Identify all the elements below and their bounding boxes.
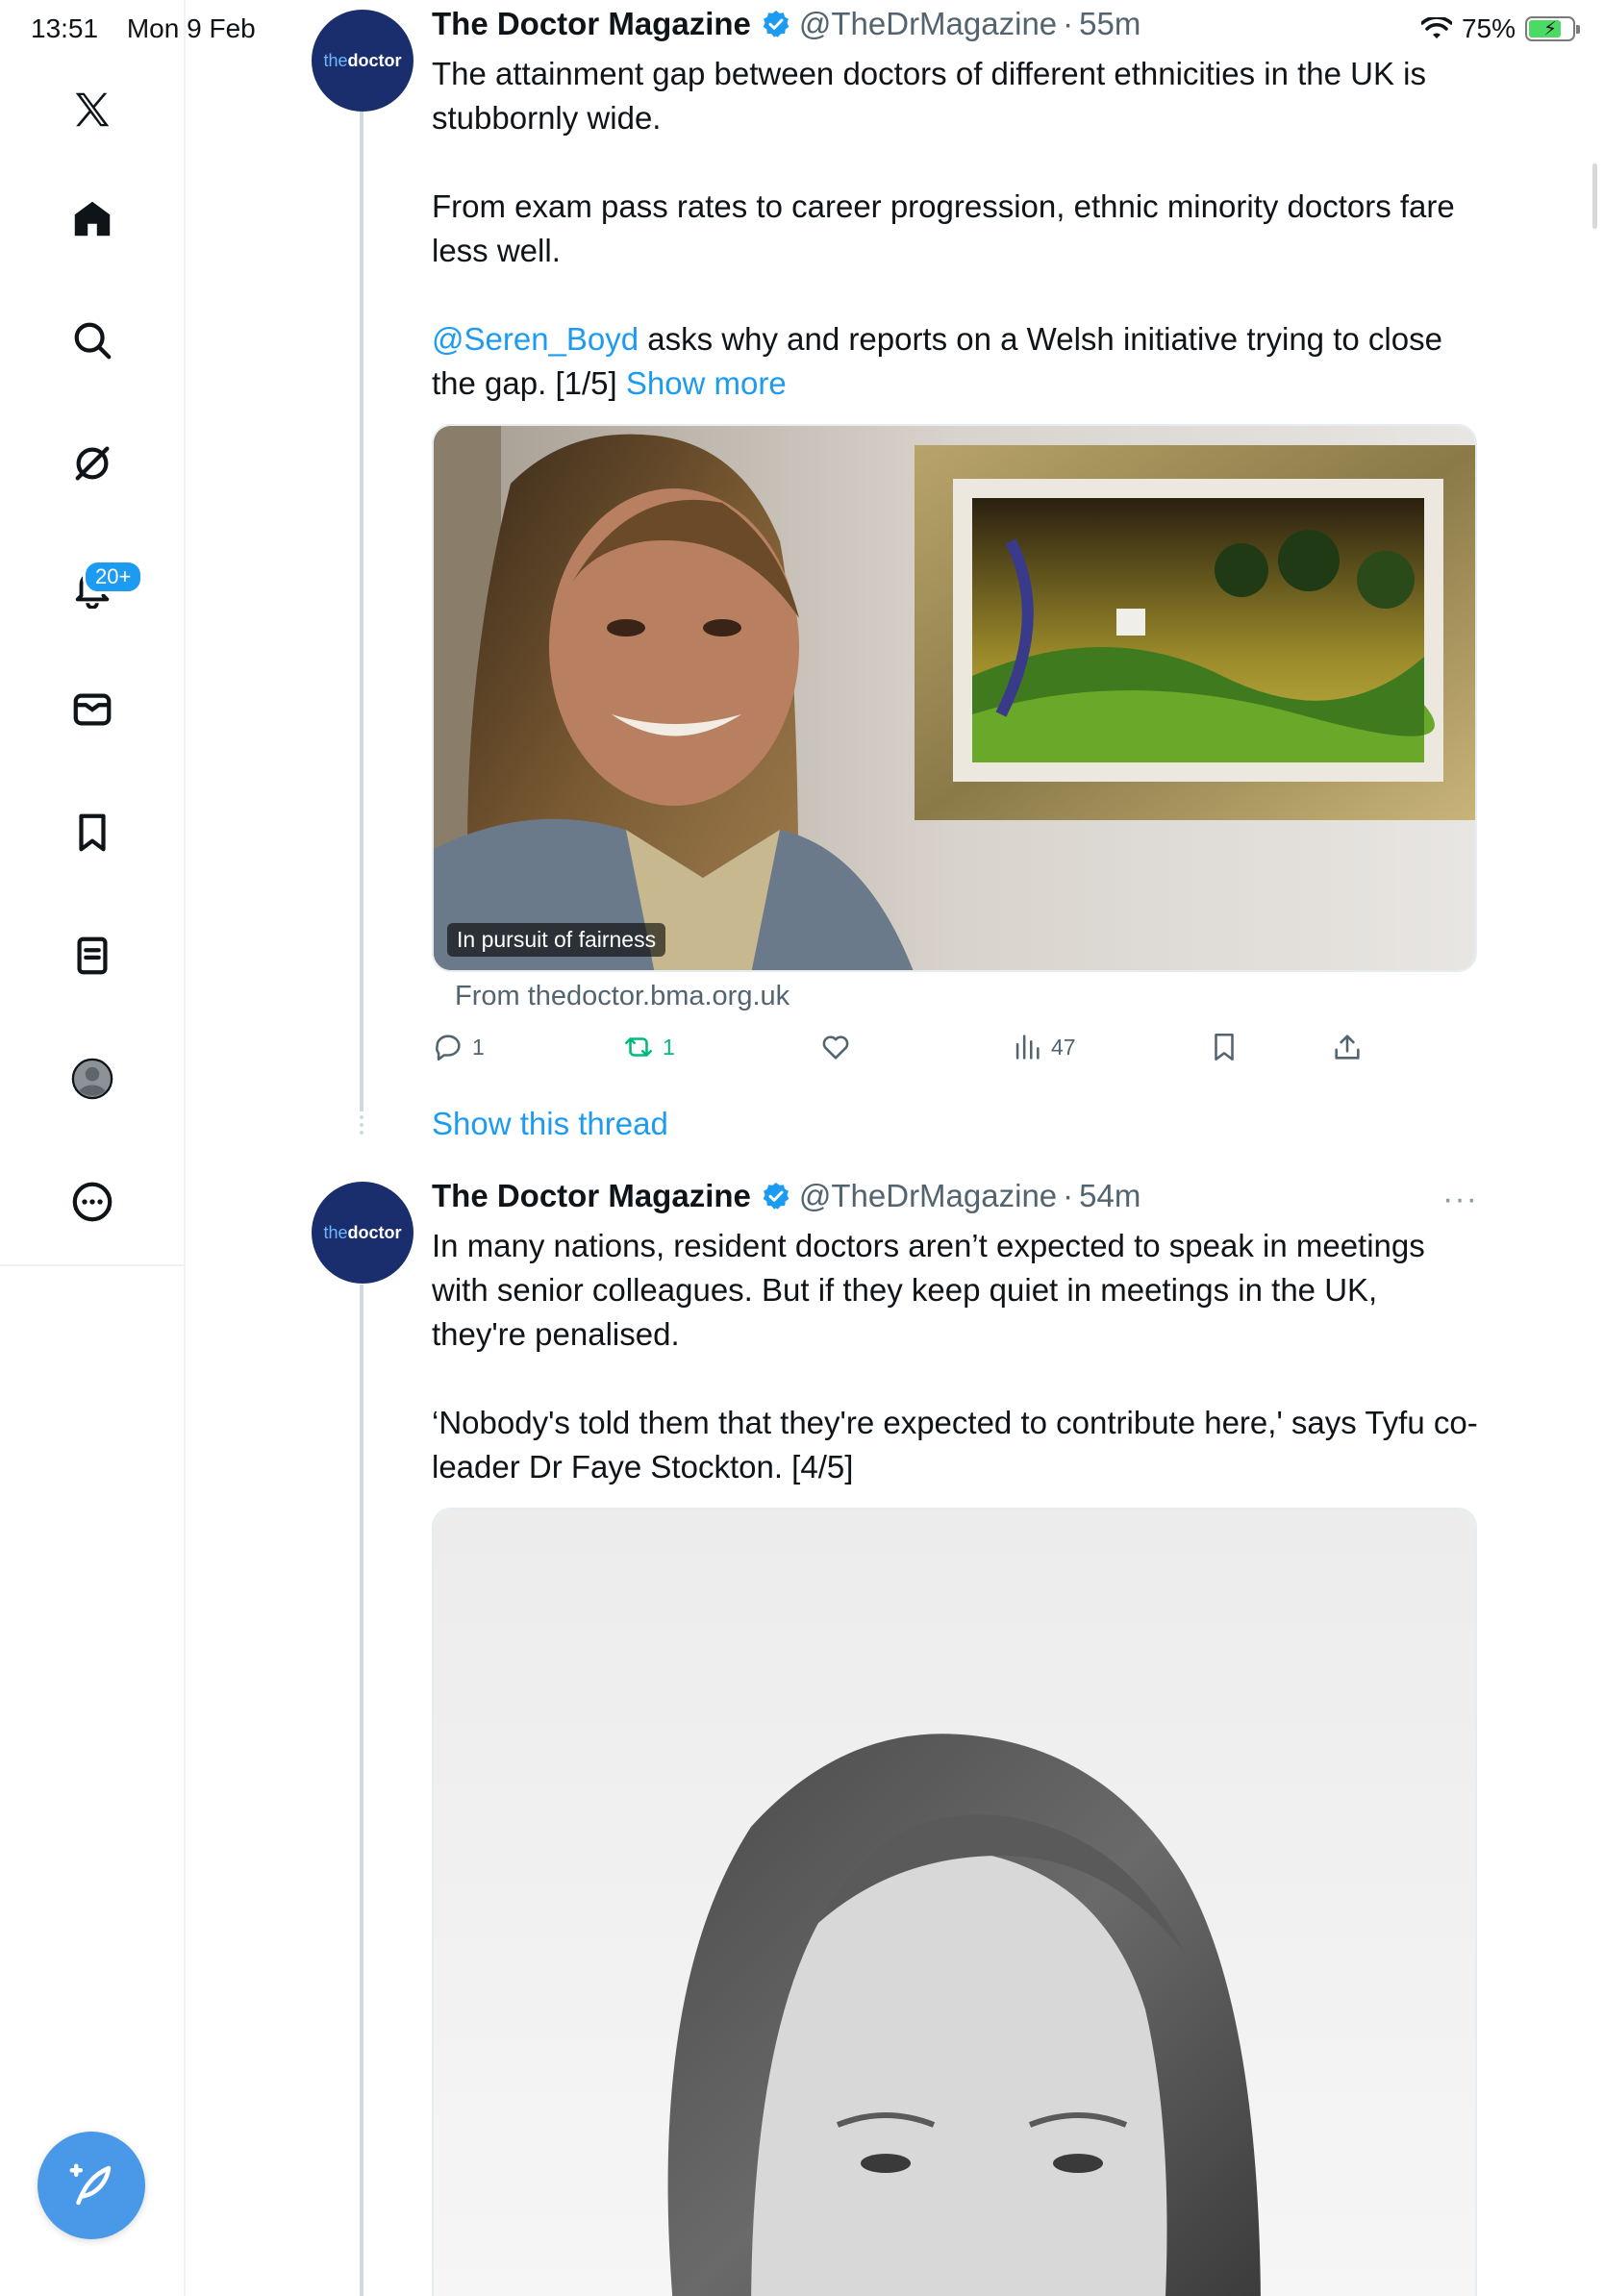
tweet-header: The Doctor Magazine @TheDrMagazine · 55m [432, 6, 1140, 42]
view-count: 47 [1051, 1034, 1076, 1060]
avatar-text-doctor: doctor [347, 50, 402, 70]
compose-feather-icon [69, 2163, 112, 2206]
author-name[interactable]: The Doctor Magazine [432, 6, 751, 42]
thread-line-top [360, 112, 363, 1111]
tweet-time[interactable]: 54m [1079, 1178, 1140, 1214]
heart-icon [822, 1036, 849, 1060]
avatar-text-doctor: doctor [347, 1222, 402, 1242]
verified-badge-icon [763, 1183, 789, 1210]
repost-count: 1 [663, 1034, 675, 1060]
share-icon [1335, 1035, 1360, 1060]
thread-line-bottom [360, 1285, 363, 2296]
tweet-paragraph: @Seren_Boyd asks why and reports on a We… [432, 317, 1480, 406]
tweet-body: The attainment gap between doctors of di… [432, 52, 1480, 406]
bookmarks-icon[interactable] [62, 802, 123, 863]
sidebar-divider [0, 1264, 186, 1266]
bw-portrait-photo [434, 1510, 1475, 2296]
header-separator: · [1063, 6, 1074, 41]
tweet-paragraph: The attainment gap between doctors of di… [432, 56, 1426, 136]
tweet-paragraph: ‘Nobody's told them that they're expecte… [432, 1405, 1478, 1485]
compose-button[interactable] [38, 2132, 145, 2239]
wifi-icon [1420, 17, 1452, 38]
views-chart-icon [1015, 1035, 1040, 1060]
tweet-paragraph: In many nations, resident doctors aren’t… [432, 1228, 1425, 1352]
lists-icon[interactable] [62, 925, 123, 986]
tweet-header: The Doctor Magazine @TheDrMagazine · 54m [432, 1178, 1140, 1214]
author-name[interactable]: The Doctor Magazine [432, 1178, 751, 1214]
search-icon[interactable] [62, 310, 123, 371]
more-icon[interactable] [62, 1171, 123, 1233]
link-card-title: In pursuit of fairness [447, 923, 666, 957]
reply-button[interactable]: 1 [432, 1031, 485, 1063]
repost-icon [624, 1037, 653, 1057]
avatar-text-the: the [323, 50, 348, 70]
tweet-image[interactable] [432, 1508, 1477, 2296]
reply-count: 1 [472, 1034, 485, 1060]
sidebar: 20+ [0, 0, 186, 2296]
portrait-photo [434, 426, 1475, 970]
show-more-link[interactable]: Show more [626, 365, 787, 401]
reply-icon [436, 1035, 461, 1061]
bookmark-button[interactable] [1208, 1031, 1241, 1063]
repost-button[interactable]: 1 [622, 1031, 675, 1063]
link-source[interactable]: From thedoctor.bma.org.uk [455, 981, 789, 1012]
notifications-badge: 20+ [83, 560, 144, 594]
like-button[interactable] [819, 1031, 860, 1063]
charging-bolt-icon: ⚡ [1542, 18, 1558, 40]
views-button[interactable]: 47 [1011, 1031, 1076, 1063]
mention-link[interactable]: @Seren_Boyd [432, 321, 639, 357]
author-handle[interactable]: @TheDrMagazine [799, 1178, 1057, 1214]
bookmark-icon [1215, 1033, 1234, 1061]
battery-icon: ⚡ [1525, 16, 1580, 41]
share-button[interactable] [1331, 1031, 1364, 1063]
thread-gap-dots [360, 1115, 363, 1135]
home-icon[interactable] [62, 188, 123, 250]
show-this-thread-link[interactable]: Show this thread [432, 1106, 668, 1142]
tweet-paragraph: From exam pass rates to career progressi… [432, 188, 1455, 268]
author-avatar[interactable]: the doctor [312, 1182, 414, 1284]
avatar-text-the: the [323, 1222, 348, 1242]
status-bar-right: 75% ⚡ [1420, 13, 1580, 44]
link-card-image[interactable]: In pursuit of fairness [432, 424, 1477, 972]
tweet-more-menu[interactable]: ··· [1442, 1181, 1478, 1218]
messages-icon[interactable] [62, 679, 123, 740]
verified-badge-icon [763, 11, 789, 37]
author-handle[interactable]: @TheDrMagazine [799, 6, 1057, 42]
battery-percent: 75% [1461, 13, 1516, 43]
tweet-actions: 1 1 47 [432, 1031, 1393, 1073]
tweet-time[interactable]: 55m [1079, 6, 1140, 42]
grok-icon[interactable] [62, 433, 123, 494]
tweet-body: In many nations, resident doctors aren’t… [432, 1224, 1480, 1489]
header-separator: · [1063, 1178, 1074, 1213]
x-logo-icon[interactable] [62, 79, 123, 140]
author-avatar[interactable]: the doctor [312, 10, 414, 112]
scroll-indicator[interactable] [1592, 163, 1597, 229]
profile-icon[interactable] [62, 1048, 123, 1110]
